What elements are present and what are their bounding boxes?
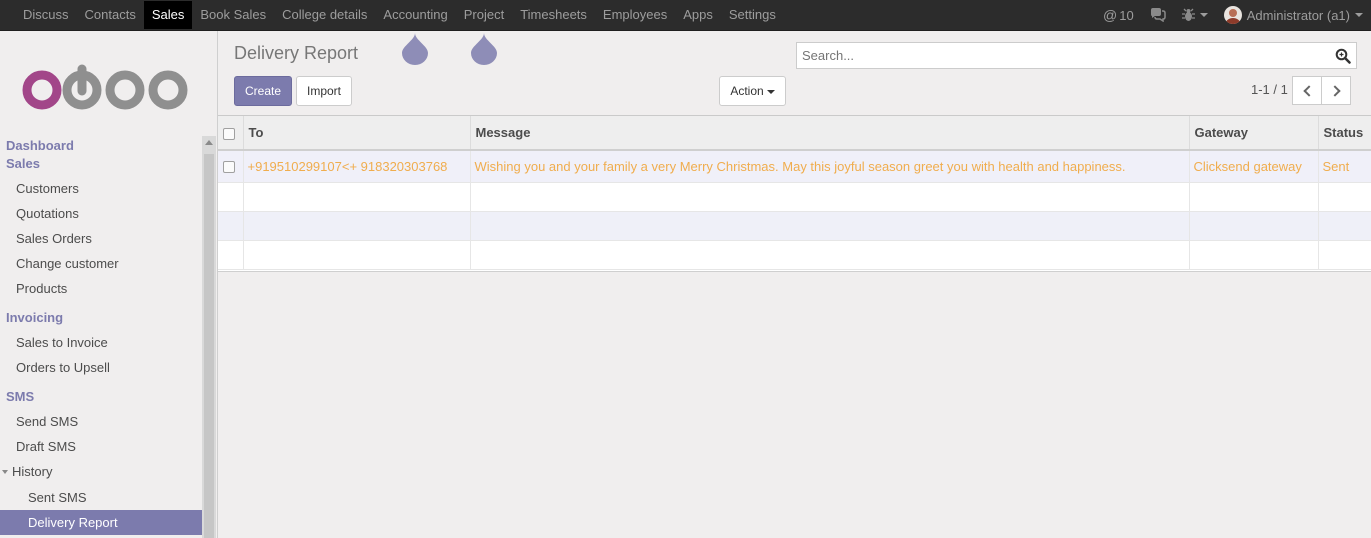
action-label: Action (730, 84, 764, 98)
chat-icon (1150, 8, 1166, 22)
column-header-gateway[interactable]: Gateway (1189, 116, 1319, 151)
cell-message[interactable]: Wishing you and your family a very Merry… (470, 150, 1190, 183)
chevron-down-icon (766, 89, 775, 94)
sidebar-scrollbar[interactable] (202, 136, 216, 538)
avatar (1223, 6, 1242, 24)
menu-contacts[interactable]: Contacts (77, 1, 144, 29)
sidebar-item-sales-orders[interactable]: Sales Orders (0, 226, 202, 251)
menu-college-details[interactable]: College details (274, 1, 375, 29)
search-icon[interactable] (1335, 48, 1351, 64)
menu-discuss[interactable]: Discuss (15, 1, 77, 29)
list-view: To Message Gateway Status +919510299107<… (218, 116, 1371, 272)
column-header-to[interactable]: To (243, 116, 471, 151)
sidebar-header-invoicing: Invoicing (6, 310, 64, 325)
sidebar-item-orders-to-upsell[interactable]: Orders to Upsell (0, 355, 202, 380)
sidebar-item-sent-sms[interactable]: Sent SMS (0, 485, 202, 510)
sidebar-item-sales-to-invoice[interactable]: Sales to Invoice (0, 330, 202, 355)
odoo-logo (22, 64, 188, 110)
chevron-down-icon (1199, 13, 1208, 17)
scrollbar-thumb[interactable] (204, 154, 214, 538)
sidebar-header-sms: SMS (6, 389, 35, 404)
bug-icon (1181, 8, 1195, 21)
cell-status[interactable]: Sent (1318, 150, 1371, 183)
control-panel: Delivery Report Create Import Action 1-1… (218, 31, 1371, 116)
create-button[interactable]: Create (234, 76, 292, 106)
pager-value[interactable]: 1-1 / 1 (1251, 82, 1288, 97)
mentions-count: 10 (1119, 7, 1134, 23)
sidebar-item-quotations[interactable]: Quotations (0, 201, 202, 226)
sidebar-header-dashboard[interactable]: Dashboard (0, 137, 202, 155)
sidebar-nav: Dashboard Sales Customers Quotations Sal… (0, 137, 202, 535)
chat-button[interactable] (1142, 0, 1174, 30)
chevron-left-icon (1303, 85, 1315, 97)
app-menu: Discuss Contacts Sales Book Sales Colleg… (15, 0, 784, 30)
menu-book-sales[interactable]: Book Sales (192, 1, 274, 29)
page-title: Delivery Report (234, 43, 359, 63)
loading-drop-icon (402, 33, 428, 65)
menu-project[interactable]: Project (456, 1, 512, 29)
action-dropdown[interactable]: Action (719, 76, 786, 106)
sidebar-item-customers[interactable]: Customers (0, 176, 202, 201)
user-name: Administrator (a1) (1246, 7, 1350, 23)
chevron-right-icon (1329, 85, 1341, 97)
top-navbar: Discuss Contacts Sales Book Sales Colleg… (0, 0, 1371, 31)
sidebar-item-change-customer[interactable]: Change customer (0, 251, 202, 276)
sidebar-item-delivery-report[interactable]: Delivery Report (0, 510, 202, 535)
menu-timesheets[interactable]: Timesheets (512, 1, 595, 29)
user-menu[interactable]: Administrator (a1) (1216, 0, 1371, 30)
search-box (796, 42, 1357, 69)
loading-drop-icon (471, 33, 497, 65)
select-all-cell (218, 116, 244, 151)
menu-sales[interactable]: Sales (143, 1, 193, 29)
row-select-cell (218, 150, 244, 183)
delivery-report-table: To Message Gateway Status +919510299107<… (218, 116, 1371, 270)
scroll-up-icon (205, 140, 213, 145)
at-icon: @ (1103, 7, 1118, 23)
sidebar-header-sales: Sales (6, 156, 40, 171)
cell-gateway[interactable]: Clicksend gateway (1189, 150, 1319, 183)
search-input[interactable] (797, 43, 1327, 68)
mentions-button[interactable]: @ 10 (1095, 0, 1142, 30)
column-header-message[interactable]: Message (470, 116, 1190, 151)
menu-settings[interactable]: Settings (721, 1, 784, 29)
cell-to[interactable]: +919510299107<+ 918320303768 (243, 150, 471, 183)
pager-next-button[interactable] (1321, 76, 1351, 105)
debug-button[interactable] (1174, 0, 1216, 30)
select-all-checkbox[interactable] (223, 127, 235, 140)
sidebar-item-send-sms[interactable]: Send SMS (0, 409, 202, 434)
empty-row (218, 211, 1371, 241)
caret-down-icon (2, 469, 8, 474)
import-button[interactable]: Import (296, 76, 352, 106)
empty-row (218, 182, 1371, 212)
sidebar-item-history[interactable]: History (0, 459, 202, 484)
sidebar-item-products[interactable]: Products (0, 276, 202, 301)
sidebar-item-draft-sms[interactable]: Draft SMS (0, 434, 202, 459)
menu-apps[interactable]: Apps (675, 1, 721, 29)
sidebar: Dashboard Sales Customers Quotations Sal… (0, 31, 218, 538)
pager-previous-button[interactable] (1292, 76, 1322, 105)
table-header-row: To Message Gateway Status (218, 116, 1371, 151)
empty-row (218, 240, 1371, 270)
systray: @ 10 Administrator (a1) (1095, 0, 1371, 30)
main-content: Delivery Report Create Import Action 1-1… (218, 31, 1371, 538)
menu-employees[interactable]: Employees (595, 1, 675, 29)
column-header-status[interactable]: Status (1318, 116, 1371, 151)
row-checkbox[interactable] (223, 161, 235, 174)
chevron-down-icon (1355, 13, 1363, 17)
menu-accounting[interactable]: Accounting (375, 1, 455, 29)
history-label: History (12, 464, 53, 479)
table-row[interactable]: +919510299107<+ 918320303768 Wishing you… (218, 150, 1371, 183)
